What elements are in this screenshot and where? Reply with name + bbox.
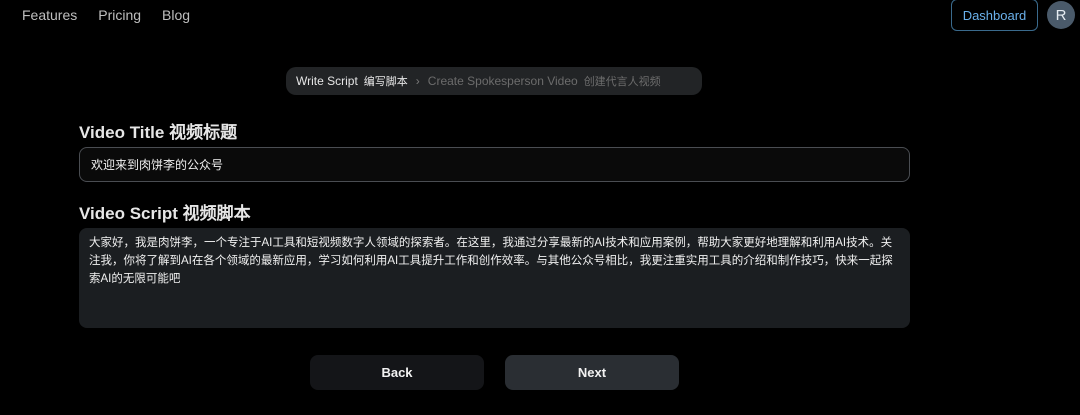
nav-links: Features Pricing Blog xyxy=(22,7,190,23)
breadcrumb-step-write-script[interactable]: Write Script 编写脚本 xyxy=(296,73,408,89)
breadcrumb-step1-zh: 编写脚本 xyxy=(363,76,408,88)
chevron-right-icon: › xyxy=(415,74,420,88)
video-title-input[interactable]: 欢迎来到肉饼李的公众号 xyxy=(79,147,910,182)
breadcrumb-step1-en: Write Script xyxy=(296,74,358,88)
video-script-textarea[interactable]: 大家好，我是肉饼李，一个专注于AI工具和短视频数字人领域的探索者。在这里，我通过… xyxy=(79,228,910,328)
breadcrumb-step-create-video: Create Spokesperson Video 创建代言人视频 xyxy=(428,73,661,89)
nav-link-blog[interactable]: Blog xyxy=(162,7,190,23)
breadcrumb-step2-en: Create Spokesperson Video xyxy=(427,74,578,88)
avatar[interactable]: R xyxy=(1047,1,1075,29)
nav-link-features[interactable]: Features xyxy=(22,7,77,23)
next-button[interactable]: Next xyxy=(505,355,679,390)
breadcrumb: Write Script 编写脚本 › Create Spokesperson V… xyxy=(286,67,702,95)
top-navigation: Features Pricing Blog Dashboard R xyxy=(0,0,1080,31)
video-script-label: Video Script 视频脚本 xyxy=(79,204,251,223)
back-button[interactable]: Back xyxy=(310,355,484,390)
video-title-label: Video Title 视频标题 xyxy=(79,123,238,142)
dashboard-button[interactable]: Dashboard xyxy=(951,0,1038,31)
nav-link-pricing[interactable]: Pricing xyxy=(98,7,141,23)
breadcrumb-step2-zh: 创建代言人视频 xyxy=(583,76,661,88)
